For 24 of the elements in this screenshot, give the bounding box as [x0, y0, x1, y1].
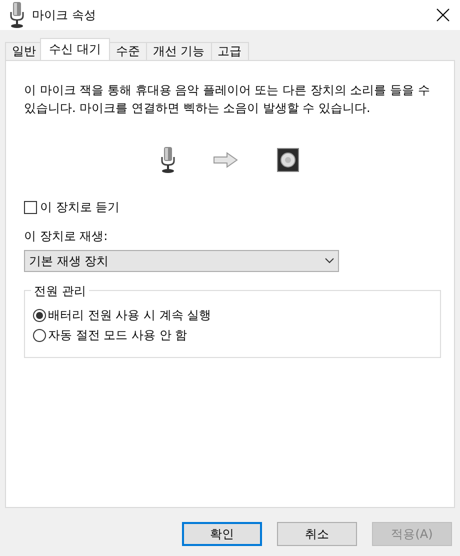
checkbox[interactable]: [24, 201, 37, 214]
chevron-icon: [325, 258, 334, 264]
radio-button[interactable]: [33, 328, 46, 342]
tab[interactable]: 고급: [210, 42, 249, 60]
radio-label: 자동 절전 모드 사용 안 함: [48, 326, 188, 344]
playback-label: 이 장치로 재생:: [24, 228, 109, 245]
tab[interactable]: 수신 대기: [40, 38, 110, 60]
speaker-icon: [277, 148, 299, 172]
radio-button[interactable]: [33, 308, 46, 322]
dialog-button[interactable]: 확인: [182, 522, 262, 546]
window-title: 마이크 속성: [32, 6, 96, 24]
microphone-icon: [161, 147, 175, 173]
arrow-icon: [213, 152, 239, 168]
dialog-button[interactable]: 취소: [277, 522, 357, 546]
group-legend: 전원 관리: [31, 283, 89, 300]
playback-dropdown[interactable]: 기본 재생 장치: [24, 250, 339, 272]
description-text: 이 마이크 잭을 통해 휴대용 음악 플레이어 또는 다른 장치의 소리를 들을 수 있습니다. 마이크를 연결하면 삑하는 소음이 발생할 수 있습니다.: [24, 82, 431, 117]
microphone-icon: [10, 2, 24, 28]
checkbox-label: 이 장치로 듣기: [40, 199, 120, 216]
tab[interactable]: 수준: [108, 42, 147, 60]
tab[interactable]: 일반: [5, 42, 43, 60]
radio-label: 배터리 전원 사용 시 계속 실행: [48, 306, 212, 324]
tab[interactable]: 개선 기능: [146, 42, 212, 60]
close-icon[interactable]: [436, 8, 450, 22]
